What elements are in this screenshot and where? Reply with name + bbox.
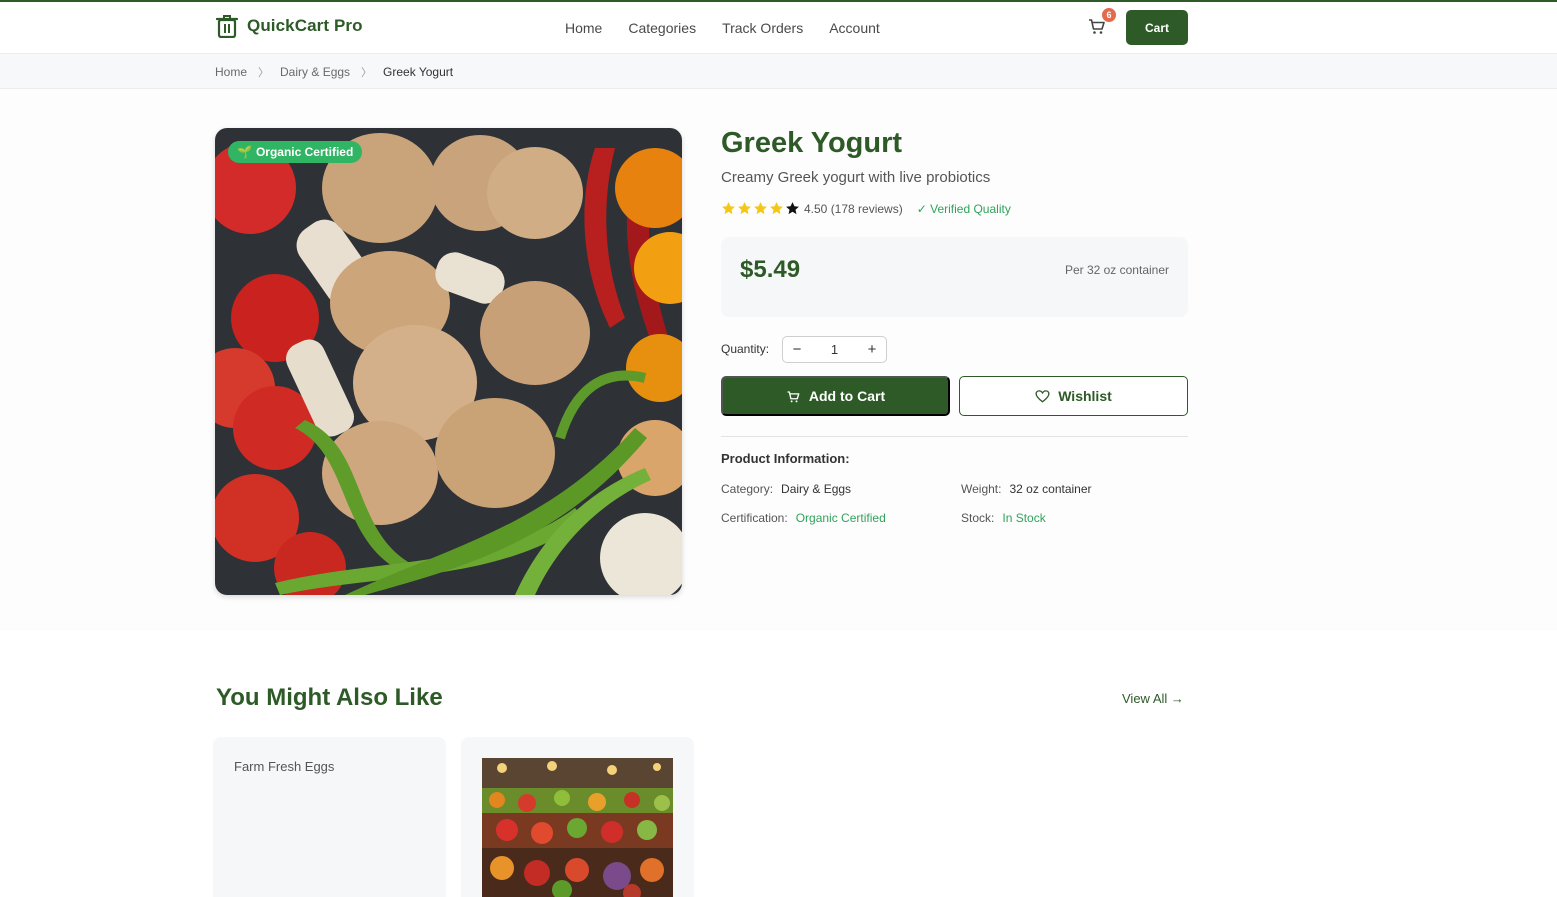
- broken-image[interactable]: Farm Fresh Eggs: [233, 759, 334, 774]
- sprout-icon: 🌱: [237, 145, 252, 159]
- stock-label: Stock:: [961, 511, 995, 525]
- weight-value: 32 oz container: [1009, 482, 1092, 496]
- main-nav: Home Categories Track Orders Account: [565, 20, 880, 36]
- info-weight: Weight: 32 oz container: [961, 482, 1092, 496]
- quantity-value[interactable]: 1: [811, 342, 858, 357]
- trash-icon: [216, 15, 238, 38]
- product-subtitle: Creamy Greek yogurt with live probiotics: [721, 169, 991, 186]
- breadcrumb-current: Greek Yogurt: [383, 65, 454, 79]
- price-unit: Per 32 oz container: [1064, 263, 1169, 277]
- product-image: [215, 128, 682, 595]
- product-rating: 4.50 (178 reviews) ✓ Verified Quality: [721, 201, 1011, 216]
- breadcrumb-home[interactable]: Home: [215, 65, 247, 79]
- price-box: $5.49 Per 32 oz container: [721, 237, 1188, 317]
- top-navbar: QuickCart Pro Home Categories Track Orde…: [0, 0, 1557, 54]
- badge-label: Organic Certified: [255, 145, 354, 159]
- info-category: Category: Dairy & Eggs: [721, 482, 851, 496]
- breadcrumb-bar: Home 〉 Dairy & Eggs 〉 Greek Yogurt: [0, 54, 1557, 89]
- category-label: Category:: [721, 482, 774, 496]
- star-filled-icon: [738, 202, 751, 215]
- product-info-title: Product Information:: [721, 451, 850, 466]
- rating-stars: [721, 201, 800, 216]
- star-filled-icon: [770, 202, 783, 215]
- view-all-link[interactable]: View All →: [1122, 691, 1184, 706]
- plus-icon[interactable]: +: [858, 337, 886, 362]
- certification-value: Organic Certified: [795, 511, 886, 525]
- add-to-cart-button[interactable]: Add to Cart: [721, 376, 950, 416]
- related-title: You Might Also Like: [216, 684, 443, 711]
- cart-icon: [787, 390, 800, 402]
- chevron-right-icon: 〉: [361, 67, 373, 79]
- image-alt-text: Farm Fresh Eggs: [234, 759, 335, 774]
- weight-label: Weight:: [961, 482, 1002, 496]
- logo-text: QuickCart Pro: [247, 16, 363, 35]
- stock-value: In Stock: [1002, 511, 1046, 525]
- info-stock: Stock: In Stock: [961, 511, 1046, 525]
- wishlist-button[interactable]: Wishlist: [959, 376, 1188, 416]
- heart-icon: [1035, 389, 1050, 403]
- breadcrumb-category[interactable]: Dairy & Eggs: [280, 65, 350, 79]
- nav-track-orders[interactable]: Track Orders: [722, 20, 803, 36]
- rating-text: 4.50 (178 reviews): [804, 201, 903, 216]
- logo[interactable]: QuickCart Pro: [216, 14, 363, 38]
- nav-account[interactable]: Account: [829, 20, 880, 36]
- cart-button[interactable]: Cart: [1126, 10, 1188, 45]
- star-empty-icon: [786, 202, 799, 215]
- divider: [721, 436, 1188, 437]
- verified-quality: ✓ Verified Quality: [916, 201, 1011, 216]
- star-filled-icon: [754, 202, 767, 215]
- organic-certified-badge: 🌱 Organic Certified: [228, 141, 363, 163]
- quantity-label: Quantity:: [721, 342, 770, 356]
- nav-categories[interactable]: Categories: [628, 20, 696, 36]
- breadcrumb: Home 〉 Dairy & Eggs 〉 Greek Yogurt: [215, 64, 453, 80]
- chevron-right-icon: 〉: [258, 67, 270, 79]
- star-filled-icon: [722, 202, 735, 215]
- market-produce-image[interactable]: [482, 758, 673, 897]
- product-price: $5.49: [740, 256, 801, 283]
- nav-home[interactable]: Home: [565, 20, 602, 36]
- info-certification: Certification: Organic Certified: [721, 511, 886, 525]
- cart-count-badge: 6: [1101, 7, 1117, 23]
- product-title: Greek Yogurt: [721, 127, 903, 159]
- quantity-stepper: − 1 +: [782, 336, 887, 363]
- category-value: Dairy & Eggs: [781, 482, 852, 496]
- minus-icon[interactable]: −: [783, 337, 811, 362]
- certification-label: Certification:: [721, 511, 788, 525]
- wishlist-label: Wishlist: [1058, 388, 1112, 404]
- add-to-cart-label: Add to Cart: [808, 388, 886, 404]
